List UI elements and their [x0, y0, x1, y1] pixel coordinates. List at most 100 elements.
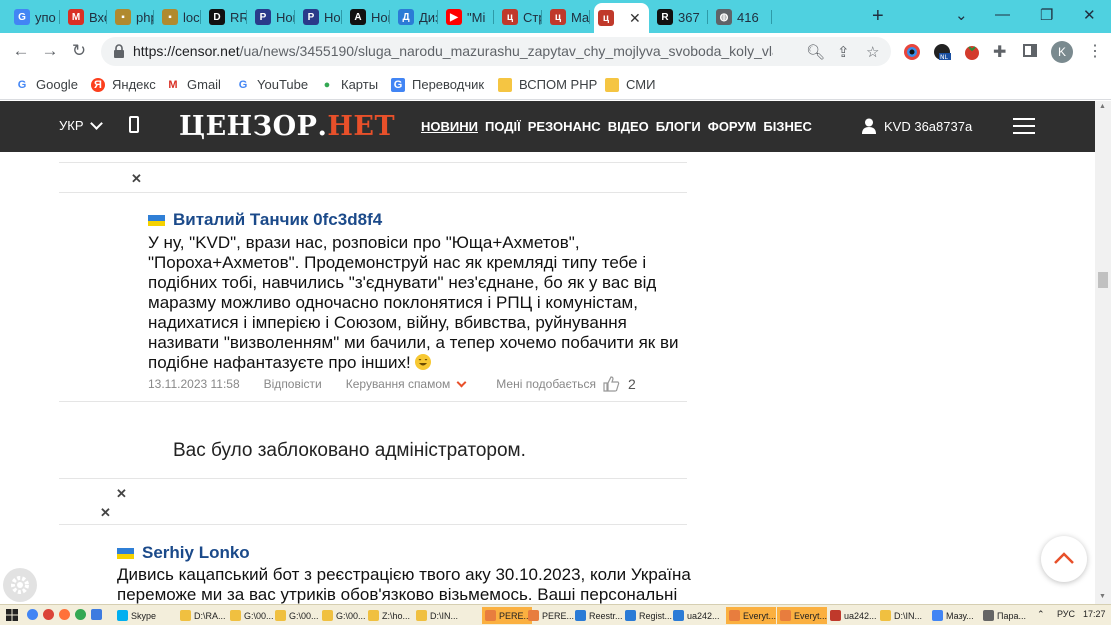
- firefox-quicklaunch-icon[interactable]: [59, 609, 70, 620]
- settings-button[interactable]: [3, 568, 37, 602]
- browser-tab[interactable]: ц Ma: [546, 4, 590, 30]
- nav-item[interactable]: РЕЗОНАНС: [528, 119, 601, 134]
- nav-item[interactable]: ФОРУМ: [708, 119, 757, 134]
- taskbar-item[interactable]: D:\IN...: [880, 607, 922, 624]
- user-menu[interactable]: KVD 36a8737a: [862, 118, 972, 134]
- forward-button[interactable]: →: [39, 41, 61, 61]
- browser-tab[interactable]: Д Диз: [394, 4, 438, 30]
- reply-link[interactable]: Відповісти: [264, 377, 322, 391]
- taskbar-item[interactable]: D:\RA...: [180, 607, 226, 624]
- scroll-down-arrow-icon[interactable]: ▼: [1099, 593, 1106, 600]
- tomato-extension-icon[interactable]: [963, 43, 981, 61]
- browser-tab[interactable]: D RRR: [205, 4, 247, 30]
- spam-control-link[interactable]: Керування спамом: [346, 377, 451, 391]
- bookmark-item[interactable]: G YouTube: [236, 77, 308, 92]
- app-quicklaunch-icon[interactable]: [75, 609, 86, 620]
- bookmark-item[interactable]: ● Карты: [320, 77, 378, 92]
- close-tab-icon[interactable]: ✕: [629, 10, 641, 27]
- maximize-button[interactable]: ❐: [1040, 6, 1053, 24]
- tab-search-chevron-icon[interactable]: ⌄: [955, 6, 968, 24]
- vertical-scrollbar[interactable]: ▲ ▼: [1095, 101, 1111, 604]
- browser-tab[interactable]: ц ✕: [594, 3, 649, 33]
- comment-author[interactable]: Виталий Танчик 0fc3d8f4: [148, 210, 382, 230]
- close-icon[interactable]: ✕: [131, 171, 142, 187]
- clock[interactable]: 17:27: [1083, 609, 1106, 619]
- opera-quicklaunch-icon[interactable]: [43, 609, 54, 620]
- taskbar-item[interactable]: Пара...: [983, 607, 1026, 624]
- taskbar-item[interactable]: Regist...: [625, 607, 672, 624]
- site-logo[interactable]: ЦЕНЗОР.НЕТ: [179, 111, 395, 142]
- browser-tab[interactable]: A Нов: [346, 4, 390, 30]
- language-switcher[interactable]: УКР: [59, 116, 103, 133]
- extensions-puzzle-icon[interactable]: ✚: [993, 42, 1011, 61]
- taskbar-item[interactable]: ua242...: [830, 607, 877, 624]
- browser-tab[interactable]: ▪ php: [111, 4, 154, 30]
- taskbar-item[interactable]: Мазу...: [932, 607, 974, 624]
- browser-tab[interactable]: P Нов: [299, 4, 342, 30]
- taskbar-item[interactable]: Skype: [117, 607, 156, 624]
- chevron-down-icon[interactable]: [456, 377, 467, 387]
- taskbar-item[interactable]: ua242...: [673, 607, 720, 624]
- taskbar-item[interactable]: D:\IN...: [416, 607, 458, 624]
- close-icon[interactable]: ✕: [116, 486, 127, 502]
- bookmark-item[interactable]: G Google: [15, 77, 78, 92]
- taskbar-item[interactable]: PERE...: [528, 607, 574, 624]
- bookmark-item[interactable]: СМИ: [605, 77, 655, 92]
- new-tab-button[interactable]: +: [872, 6, 884, 26]
- minimize-button[interactable]: —: [995, 6, 1010, 23]
- close-icon[interactable]: ✕: [100, 505, 111, 521]
- profile-avatar[interactable]: K: [1051, 41, 1073, 63]
- taskbar-item[interactable]: Z:\ho...: [368, 607, 410, 624]
- taskbar-item[interactable]: Reestr...: [575, 607, 623, 624]
- taskbar-item[interactable]: G:\00...: [230, 607, 274, 624]
- taskbar-item-label: Reestr...: [589, 610, 623, 621]
- bookmark-item[interactable]: Я Яндекс: [91, 77, 156, 92]
- mobile-version-icon[interactable]: [129, 116, 139, 133]
- scroll-up-arrow-icon[interactable]: ▲: [1099, 103, 1106, 110]
- nav-item[interactable]: БЛОГИ: [656, 119, 701, 134]
- hamburger-menu-icon[interactable]: [1013, 118, 1035, 135]
- nav-item[interactable]: БІЗНЕС: [763, 119, 812, 134]
- browser-menu-icon[interactable]: ⋮: [1087, 41, 1105, 60]
- taskbar-item[interactable]: Everyt...: [726, 607, 776, 624]
- taskbar-item[interactable]: Everyt...: [777, 607, 827, 624]
- chrome-quicklaunch-icon[interactable]: [27, 609, 38, 620]
- tray-arrow-icon[interactable]: ⌃: [1037, 609, 1045, 620]
- browser-tab[interactable]: Gупо: [10, 4, 60, 30]
- comment-author[interactable]: Serhiy Lonko: [117, 543, 250, 563]
- thumbs-up-icon[interactable]: [602, 376, 620, 392]
- share-icon[interactable]: ⇪: [837, 43, 850, 61]
- nav-item[interactable]: ВІДЕО: [608, 119, 649, 134]
- bookmark-item[interactable]: G Переводчик: [391, 77, 484, 92]
- browser-tab[interactable]: ◍ 416: [712, 4, 772, 30]
- vpn-extension-icon[interactable]: NL: [933, 43, 951, 61]
- nav-item[interactable]: НОВИНИ: [421, 119, 478, 134]
- taskbar-item[interactable]: G:\00...: [322, 607, 366, 624]
- back-button[interactable]: ←: [10, 41, 32, 61]
- reload-button[interactable]: ↻: [68, 41, 90, 61]
- bookmark-star-icon[interactable]: ☆: [866, 43, 879, 61]
- color-picker-extension-icon[interactable]: [903, 43, 921, 61]
- nav-item[interactable]: ПОДІЇ: [485, 119, 521, 134]
- like-link[interactable]: Мені подобається: [496, 377, 596, 391]
- blocked-message: Вас було заблоковано адміністратором.: [173, 440, 526, 461]
- browser-tab[interactable]: ▪ loca: [158, 4, 201, 30]
- browser-tab[interactable]: P Нов: [251, 4, 295, 30]
- close-window-button[interactable]: ✕: [1083, 6, 1096, 24]
- side-panel-icon[interactable]: [1023, 44, 1041, 62]
- browser-tab[interactable]: R 367: [653, 4, 708, 30]
- browser-tab[interactable]: M Вхо: [64, 4, 107, 30]
- taskbar-item[interactable]: PERE...: [482, 607, 532, 624]
- taskbar-item[interactable]: G:\00...: [275, 607, 319, 624]
- zoom-search-icon[interactable]: 🔍︎: [806, 43, 825, 61]
- bookmark-item[interactable]: ВСПОМ РНР: [498, 77, 597, 92]
- browser-tab[interactable]: ц Стр: [498, 4, 542, 30]
- input-language[interactable]: РУС: [1057, 609, 1075, 619]
- windows-start-icon[interactable]: [6, 609, 18, 621]
- app-quicklaunch-icon[interactable]: [91, 609, 102, 620]
- scrollbar-thumb[interactable]: [1098, 272, 1108, 288]
- browser-tab[interactable]: ▶ "Мі: [442, 4, 494, 30]
- scroll-to-top-button[interactable]: [1041, 536, 1087, 582]
- address-bar[interactable]: https://censor.net/ua/news/3455190/sluga…: [101, 37, 891, 66]
- bookmark-item[interactable]: M Gmail: [166, 77, 221, 92]
